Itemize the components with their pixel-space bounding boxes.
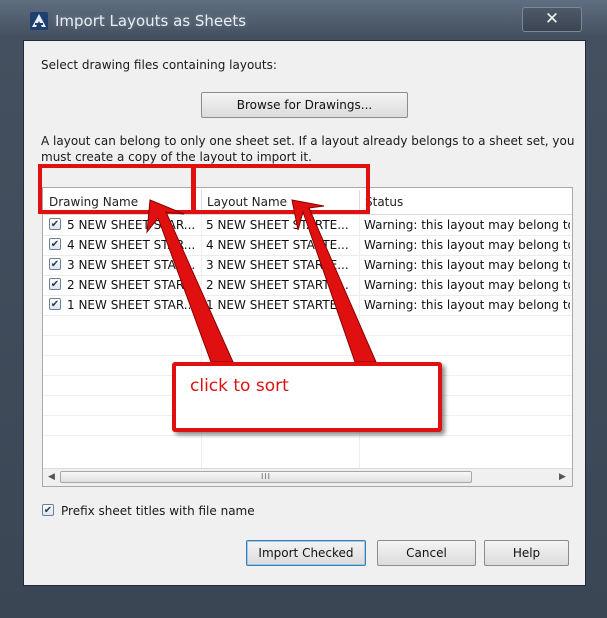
arrow-to-drawing-name [146,199,234,363]
dialog-window: Import Layouts as Sheets ✕ Select drawin… [0,0,607,618]
arrow-to-layout-name [291,199,377,363]
annotation-arrows [146,199,377,363]
annotation-callout: click to sort [172,362,442,432]
callout-text: click to sort [190,376,289,396]
